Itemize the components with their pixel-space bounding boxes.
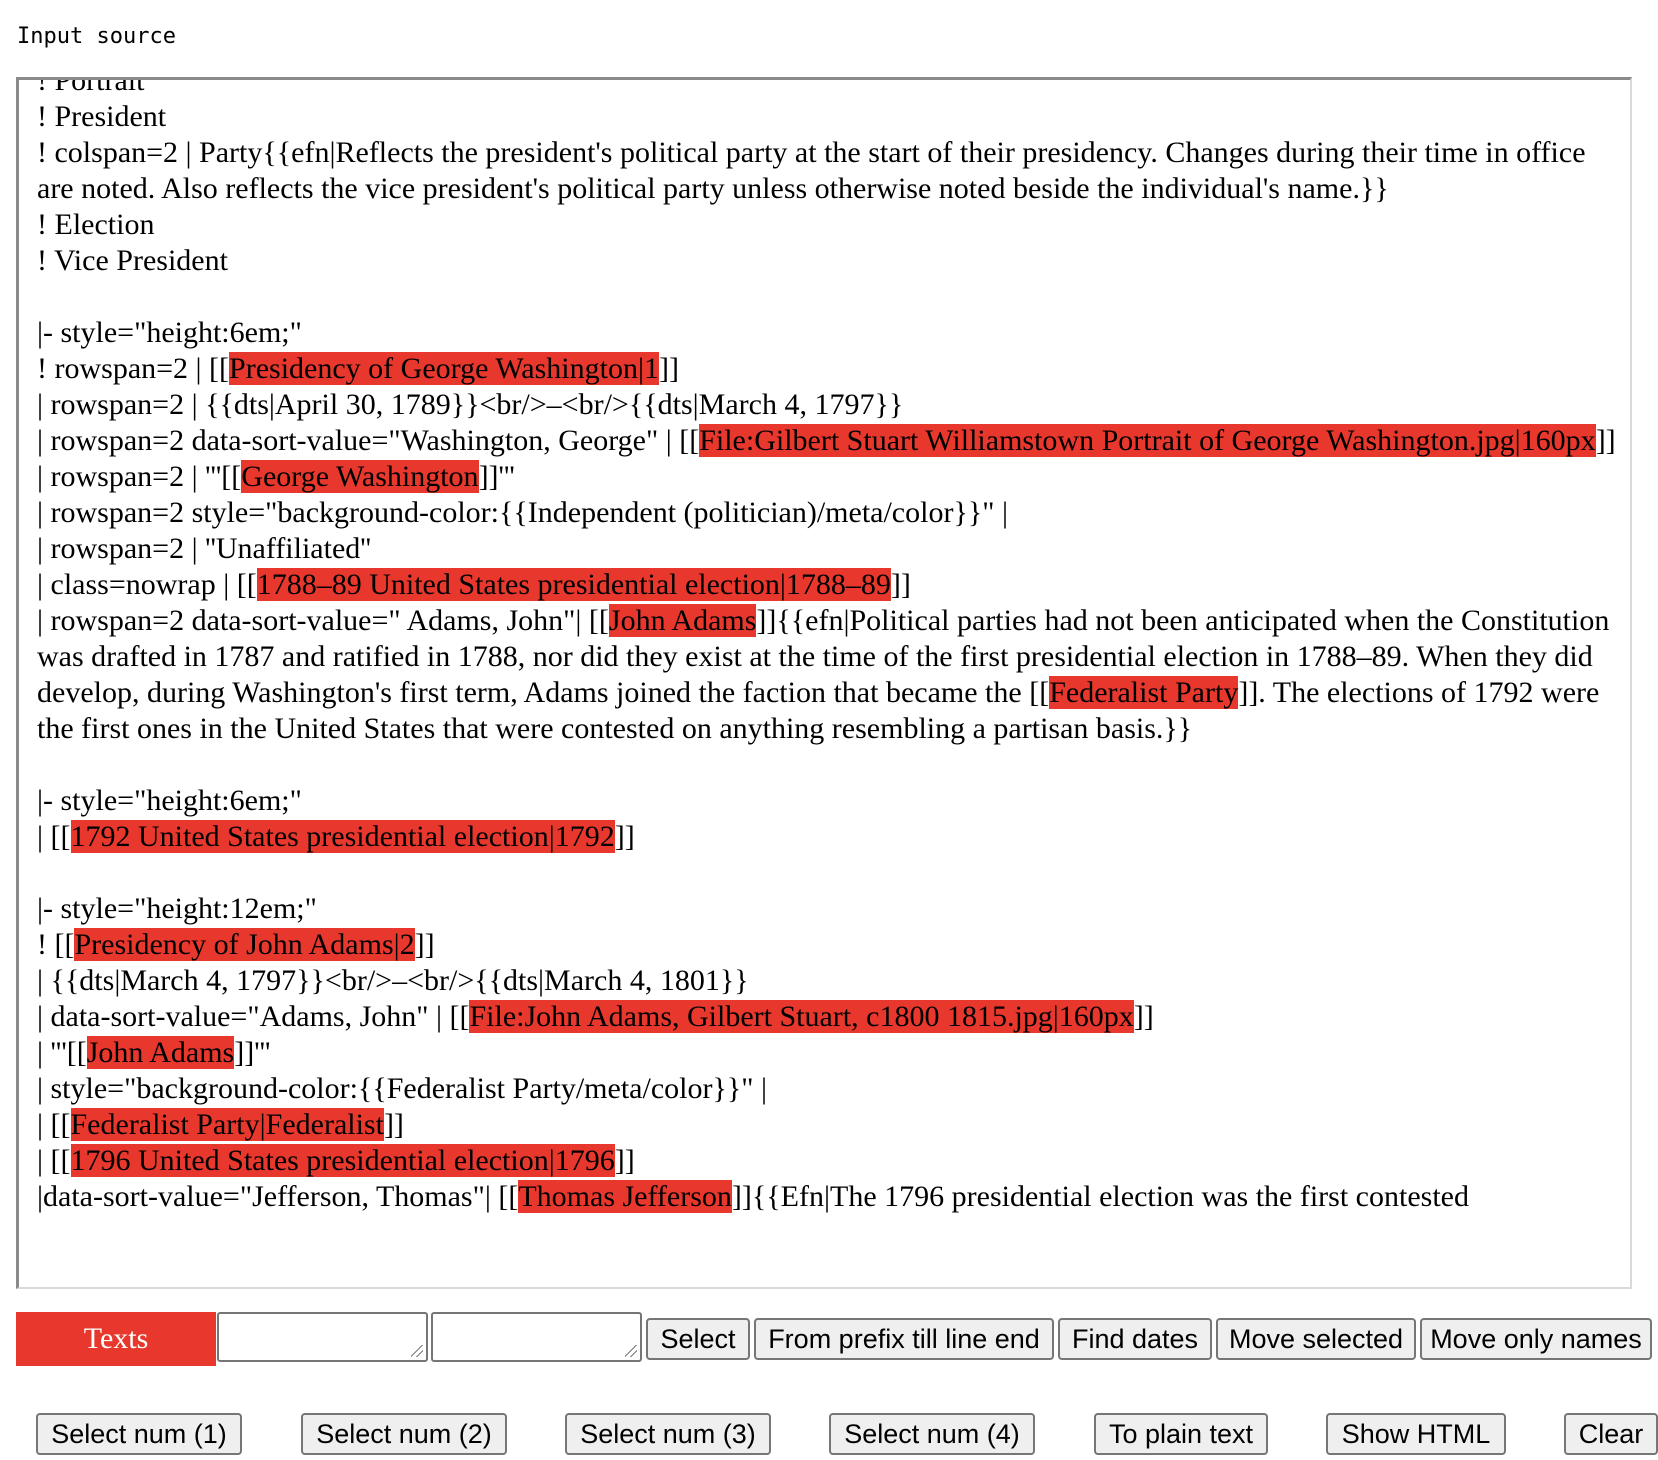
editor-line: | rowspan=2 style="background-color:{{In… — [37, 495, 1616, 531]
editor-text: | data-sort-value="Adams, John" | [[ — [37, 1000, 470, 1033]
editor-line: |- style="height:6em;" — [37, 783, 1616, 819]
highlighted-link-text: Presidency of George Washington|1 — [229, 352, 659, 385]
editor-text: | [[ — [37, 820, 71, 853]
editor-text: | '''[[ — [37, 1036, 87, 1069]
editor-text: ! Portrait — [37, 77, 145, 97]
editor-text: ]] — [614, 820, 635, 853]
editor-text: ]] — [890, 568, 911, 601]
from-prefix-till-line-end-button[interactable]: From prefix till line end — [754, 1318, 1054, 1360]
editor-text: ]]''' — [234, 1036, 271, 1069]
editor-text: | rowspan=2 | {{dts|April 30, 1789}}<br/… — [37, 388, 904, 421]
editor-text: | {{dts|March 4, 1797}}<br/>–<br/>{{dts|… — [37, 964, 749, 997]
editor-text: | rowspan=2 data-sort-value=" Adams, Joh… — [37, 604, 609, 637]
editor-text: | rowspan=2 style="background-color:{{In… — [37, 496, 1009, 529]
editor-line: | rowspan=2 data-sort-value=" Adams, Joh… — [37, 603, 1616, 747]
highlighted-link-text: George Washington — [241, 460, 479, 493]
editor-text: ! Vice President — [37, 244, 228, 277]
clear-button[interactable]: Clear — [1564, 1413, 1658, 1455]
editor-text: ]] — [1133, 1000, 1154, 1033]
highlighted-link-text: Federalist Party|Federalist — [70, 1108, 384, 1141]
resize-grip-icon[interactable] — [625, 1345, 637, 1357]
select-num-4-button[interactable]: Select num (4) — [829, 1413, 1035, 1455]
highlighted-link-text: File:John Adams, Gilbert Stuart, c1800 1… — [469, 1000, 1134, 1033]
editor-text: |data-sort-value="Jefferson, Thomas"| [[ — [37, 1180, 519, 1213]
editor-line: ! rowspan=2 | [[Presidency of George Was… — [37, 351, 1616, 387]
move-selected-button[interactable]: Move selected — [1216, 1318, 1416, 1360]
editor-text: | rowspan=2 | '''[[ — [37, 460, 242, 493]
highlighted-link-text: John Adams — [86, 1036, 235, 1069]
to-plain-text-button[interactable]: To plain text — [1094, 1413, 1268, 1455]
editor-text: ]] — [1595, 424, 1616, 457]
highlighted-link-text: File:Gilbert Stuart Williamstown Portrai… — [699, 424, 1596, 457]
editor-text: ]] — [414, 928, 435, 961]
editor-text: |- style="height:12em;" — [37, 892, 317, 925]
editor-text: |- style="height:6em;" — [37, 316, 302, 349]
editor-line: | [[Federalist Party|Federalist]] — [37, 1107, 1616, 1143]
editor-text: ! [[ — [37, 928, 75, 961]
editor-line: ! Portrait — [37, 77, 1616, 99]
editor-line: | style="background-color:{{Federalist P… — [37, 1071, 1616, 1107]
editor-text: |- style="height:6em;" — [37, 784, 302, 817]
editor-line: |data-sort-value="Jefferson, Thomas"| [[… — [37, 1179, 1616, 1215]
editor-line: | rowspan=2 | '''[[George Washington]]''… — [37, 459, 1616, 495]
editor-line: | class=nowrap | [[1788–89 United States… — [37, 567, 1616, 603]
editor-text: ]]{{Efn|The 1796 presidential election w… — [731, 1180, 1469, 1213]
editor-text: ]] — [658, 352, 679, 385]
editor-line: | rowspan=2 | {{dts|April 30, 1789}}<br/… — [37, 387, 1616, 423]
editor-line: | rowspan=2 data-sort-value="Washington,… — [37, 423, 1616, 459]
select-button[interactable]: Select — [646, 1318, 750, 1360]
editor-line: ! President — [37, 99, 1616, 135]
editor-text: | rowspan=2 | ''Unaffiliated'' — [37, 532, 372, 565]
editor-line: ! Vice President — [37, 243, 1616, 279]
editor-line: | '''[[John Adams]]''' — [37, 1035, 1616, 1071]
editor-text: ]] — [383, 1108, 404, 1141]
highlighted-link-text: Presidency of John Adams|2 — [74, 928, 415, 961]
editor-line: | {{dts|March 4, 1797}}<br/>–<br/>{{dts|… — [37, 963, 1616, 999]
show-html-button[interactable]: Show HTML — [1326, 1413, 1506, 1455]
highlighted-link-text: 1788–89 United States presidential elect… — [256, 568, 891, 601]
editor-line: ! [[Presidency of John Adams|2]] — [37, 927, 1616, 963]
editor-text: | [[ — [37, 1144, 71, 1177]
editor-line: ! colspan=2 | Party{{efn|Reflects the pr… — [37, 135, 1616, 207]
highlighted-link-text: 1792 United States presidential election… — [70, 820, 615, 853]
highlighted-link-text: 1796 United States presidential election… — [70, 1144, 615, 1177]
editor-line: | [[1792 United States presidential elec… — [37, 819, 1616, 855]
suffix-textarea[interactable] — [431, 1312, 642, 1362]
resize-grip-icon[interactable] — [411, 1345, 423, 1357]
texts-label: Texts — [16, 1312, 216, 1366]
editor-text: | rowspan=2 data-sort-value="Washington,… — [37, 424, 700, 457]
select-num-2-button[interactable]: Select num (2) — [301, 1413, 507, 1455]
source-editor-content[interactable]: ! Portrait ! President! colspan=2 | Party… — [37, 77, 1616, 1215]
editor-text: ]]''' — [478, 460, 515, 493]
move-only-names-button[interactable]: Move only names — [1420, 1318, 1652, 1360]
editor-line: | rowspan=2 | ''Unaffiliated'' — [37, 531, 1616, 567]
editor-text: ! President — [37, 100, 167, 133]
editor-line: |- style="height:6em;" — [37, 315, 1616, 351]
editor-text: | class=nowrap | [[ — [37, 568, 257, 601]
editor-text: | [[ — [37, 1108, 71, 1141]
editor-text: ! rowspan=2 | [[ — [37, 352, 230, 385]
editor-text: | style="background-color:{{Federalist P… — [37, 1072, 768, 1105]
highlighted-link-text: Thomas Jefferson — [518, 1180, 732, 1213]
editor-text: ! Election — [37, 208, 155, 241]
prefix-textarea[interactable] — [217, 1312, 428, 1362]
highlighted-link-text: Federalist Party — [1049, 676, 1239, 709]
highlighted-link-text: John Adams — [608, 604, 757, 637]
editor-text: ]] — [614, 1144, 635, 1177]
editor-line: | data-sort-value="Adams, John" | [[File… — [37, 999, 1616, 1035]
editor-line: |- style="height:12em;" — [37, 891, 1616, 927]
select-num-1-button[interactable]: Select num (1) — [36, 1413, 242, 1455]
select-num-3-button[interactable]: Select num (3) — [565, 1413, 771, 1455]
editor-line: ! Election — [37, 207, 1616, 243]
editor-line: | [[1796 United States presidential elec… — [37, 1143, 1616, 1179]
source-editor[interactable]: ! Portrait ! President! colspan=2 | Party… — [16, 77, 1632, 1289]
editor-text: ! colspan=2 | Party{{efn|Reflects the pr… — [37, 136, 1594, 205]
find-dates-button[interactable]: Find dates — [1058, 1318, 1212, 1360]
input-source-label: Input source — [17, 24, 176, 49]
